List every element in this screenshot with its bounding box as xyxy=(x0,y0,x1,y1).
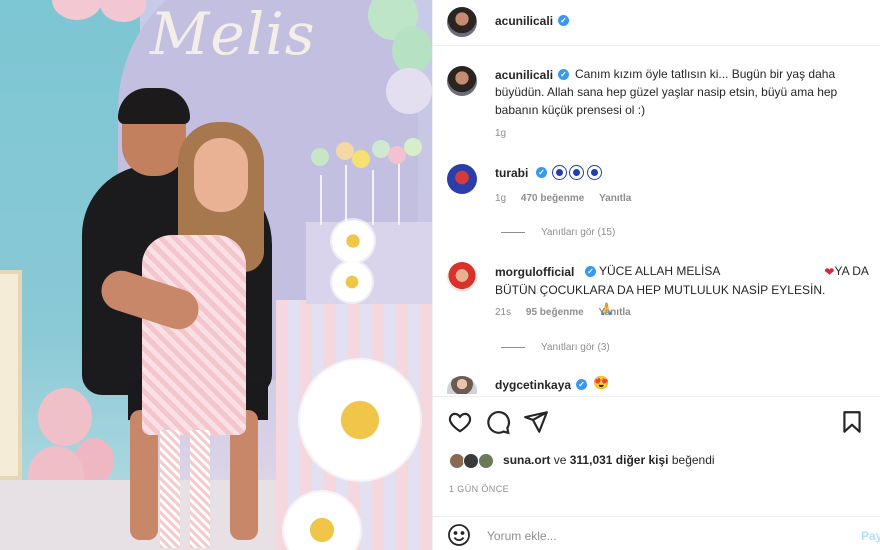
cake-pop xyxy=(352,150,370,168)
cake-pop-stick xyxy=(398,160,400,225)
balloon xyxy=(392,26,432,74)
balloon xyxy=(386,68,432,114)
likes-suffix: beğendi xyxy=(671,453,715,468)
reply-button[interactable]: Yanıtla xyxy=(599,307,631,318)
comment-meta: 1g 470 beğenme Yanıtla xyxy=(495,193,643,204)
post-photo[interactable]: Melis xyxy=(0,0,432,550)
avatar[interactable] xyxy=(447,376,477,394)
comment-icon[interactable] xyxy=(485,409,511,435)
nazar-bead-icon xyxy=(553,166,566,180)
girl-leg xyxy=(190,430,210,548)
girl-dress xyxy=(142,235,246,435)
comment-likes[interactable]: 470 beğenme xyxy=(521,193,584,204)
heart-emoji-icon: ❤ xyxy=(824,264,835,279)
girl-face xyxy=(194,138,248,212)
avatar[interactable] xyxy=(447,262,477,292)
reply-button[interactable]: Yanıtla xyxy=(599,193,631,204)
post-date: 1 GÜN ÖNCE xyxy=(449,484,510,494)
liker-avatar xyxy=(463,453,480,469)
replies-divider xyxy=(501,231,525,233)
comment-likes[interactable]: 95 beğenme xyxy=(526,307,584,318)
post-comment-button[interactable]: Pay xyxy=(861,529,880,543)
comment-username[interactable]: turabi xyxy=(495,166,528,180)
comment-username[interactable]: dygcetinkaya xyxy=(495,378,571,392)
view-replies-button[interactable]: Yanıtları gör (3) xyxy=(501,342,610,353)
verified-badge-icon: ✓ xyxy=(558,15,569,26)
comment-meta: 21s 95 beğenme Yanıtla xyxy=(495,307,643,318)
avatar[interactable] xyxy=(447,7,477,37)
verified-badge-icon: ✓ xyxy=(576,379,587,390)
likes-count[interactable]: 311,031 diğer kişi xyxy=(570,453,669,467)
daisy-decoration xyxy=(332,262,372,302)
likes-summary[interactable]: suna.ort ve 311,031 diğer kişi beğendi xyxy=(449,453,715,469)
comment-username[interactable]: acunilicali xyxy=(495,68,553,82)
comment-composer: Yorum ekle... Pay xyxy=(433,516,880,550)
comment-time: 21s xyxy=(495,307,512,318)
post-actions: suna.ort ve 311,031 diğer kişi beğendi 1… xyxy=(433,396,880,526)
verified-badge-icon: ✓ xyxy=(558,69,569,80)
comment-time: 1g xyxy=(495,193,507,204)
header-username[interactable]: acunilicali xyxy=(495,14,553,28)
liker-avatar xyxy=(477,453,494,469)
cake-pop xyxy=(404,138,422,156)
photo-name-sign: Melis xyxy=(150,0,316,68)
smiley-icon[interactable] xyxy=(447,523,471,547)
avatar[interactable] xyxy=(447,164,477,194)
daisy-decoration xyxy=(300,360,420,480)
cake-pop xyxy=(311,148,329,166)
balloon xyxy=(38,388,92,446)
likes-connector: ve xyxy=(553,453,567,468)
nazar-bead-icon xyxy=(587,166,601,180)
send-icon[interactable] xyxy=(523,409,549,435)
heart-icon[interactable] xyxy=(447,409,473,435)
cake-pop-stick xyxy=(372,170,374,225)
liker-username[interactable]: suna.ort xyxy=(503,453,550,467)
comment-emoji-text xyxy=(552,163,601,181)
bookmark-icon[interactable] xyxy=(839,409,865,435)
girl-leg xyxy=(160,430,180,548)
verified-badge-icon: ✓ xyxy=(536,167,547,178)
comment-text-part: YÜCE ALLAH MELİSA xyxy=(599,264,721,278)
cake-pop-stick xyxy=(320,175,322,225)
comment-meta: 1g xyxy=(495,128,518,139)
view-replies-label: Yanıtları gör (15) xyxy=(541,227,616,238)
post-header: acunilicali ✓ xyxy=(433,0,880,46)
comment-input[interactable]: Yorum ekle... xyxy=(487,529,557,543)
comment-time: 1g xyxy=(495,128,507,139)
daisy-decoration xyxy=(332,220,374,262)
cake-pop-stick xyxy=(345,165,347,225)
post-side-panel: acunilicali ✓ Canım kızım öyle tatlısın … xyxy=(432,0,880,550)
number-sign xyxy=(0,270,22,480)
view-replies-label: Yanıtları gör (3) xyxy=(541,342,610,353)
avatar[interactable] xyxy=(447,66,477,96)
view-replies-button[interactable]: Yanıtları gör (15) xyxy=(501,227,615,238)
replies-divider xyxy=(501,346,525,348)
comment-emoji: 😍 xyxy=(593,375,610,390)
nazar-bead-icon xyxy=(570,166,584,180)
